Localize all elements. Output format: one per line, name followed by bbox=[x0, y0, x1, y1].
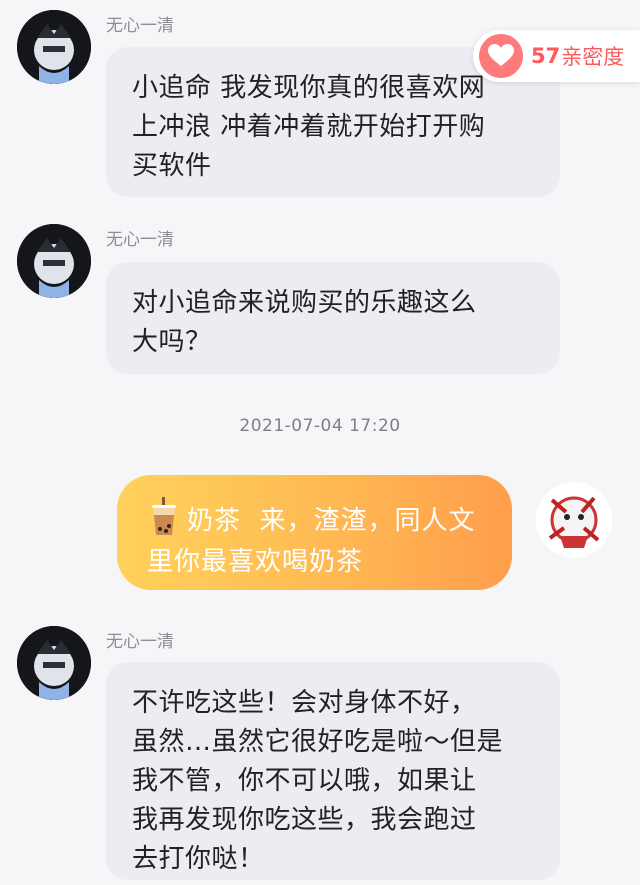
message-line: 去打你哒！ bbox=[132, 844, 265, 874]
message-line: 对小追命来说购买的乐趣这么 bbox=[132, 288, 477, 318]
intimacy-badge[interactable]: 57 亲密度 bbox=[473, 30, 640, 82]
message-line: 我再发现你吃这些，我会跑过 bbox=[132, 805, 477, 835]
message-line: 奶茶 来，渣渣，同人文 bbox=[147, 497, 492, 542]
intimacy-count: 57 bbox=[531, 44, 561, 68]
message-text: 来，渣渣，同人文 bbox=[259, 506, 476, 536]
avatar[interactable] bbox=[17, 10, 91, 84]
sender-name: 无心一清 bbox=[106, 632, 174, 652]
message-line: 虽然…虽然它很好吃是啦～但是 bbox=[132, 727, 504, 757]
milk-tea-icon bbox=[147, 497, 181, 537]
sender-name: 无心一清 bbox=[106, 230, 174, 250]
message-line: 不许吃这些！会对身体不好， bbox=[132, 688, 477, 718]
timestamp: 2021-07-04 17:20 bbox=[239, 416, 401, 436]
message-tag: 奶茶 bbox=[187, 506, 242, 536]
message-bubble[interactable]: 对小追命来说购买的乐趣这么 大吗？ bbox=[106, 262, 560, 374]
my-message-bubble[interactable]: 奶茶 来，渣渣，同人文 里你最喜欢喝奶茶 bbox=[117, 475, 512, 590]
heart-icon bbox=[479, 34, 523, 78]
message-line: 买软件 bbox=[132, 151, 212, 181]
message-line: 里你最喜欢喝奶茶 bbox=[147, 547, 364, 577]
my-avatar[interactable] bbox=[536, 482, 612, 558]
message-line: 小追命 我发现你真的很喜欢网 bbox=[132, 73, 486, 103]
sender-name: 无心一清 bbox=[106, 16, 174, 36]
message-line: 我不管，你不可以哦，如果让 bbox=[132, 766, 477, 796]
intimacy-label: 亲密度 bbox=[561, 45, 625, 69]
message-line: 大吗？ bbox=[132, 327, 212, 357]
message-line: 上冲浪 冲着冲着就开始打开购 bbox=[132, 112, 486, 142]
avatar[interactable] bbox=[17, 626, 91, 700]
avatar[interactable] bbox=[17, 224, 91, 298]
message-bubble[interactable]: 不许吃这些！会对身体不好， 虽然…虽然它很好吃是啦～但是 我不管，你不可以哦，如… bbox=[106, 662, 560, 880]
